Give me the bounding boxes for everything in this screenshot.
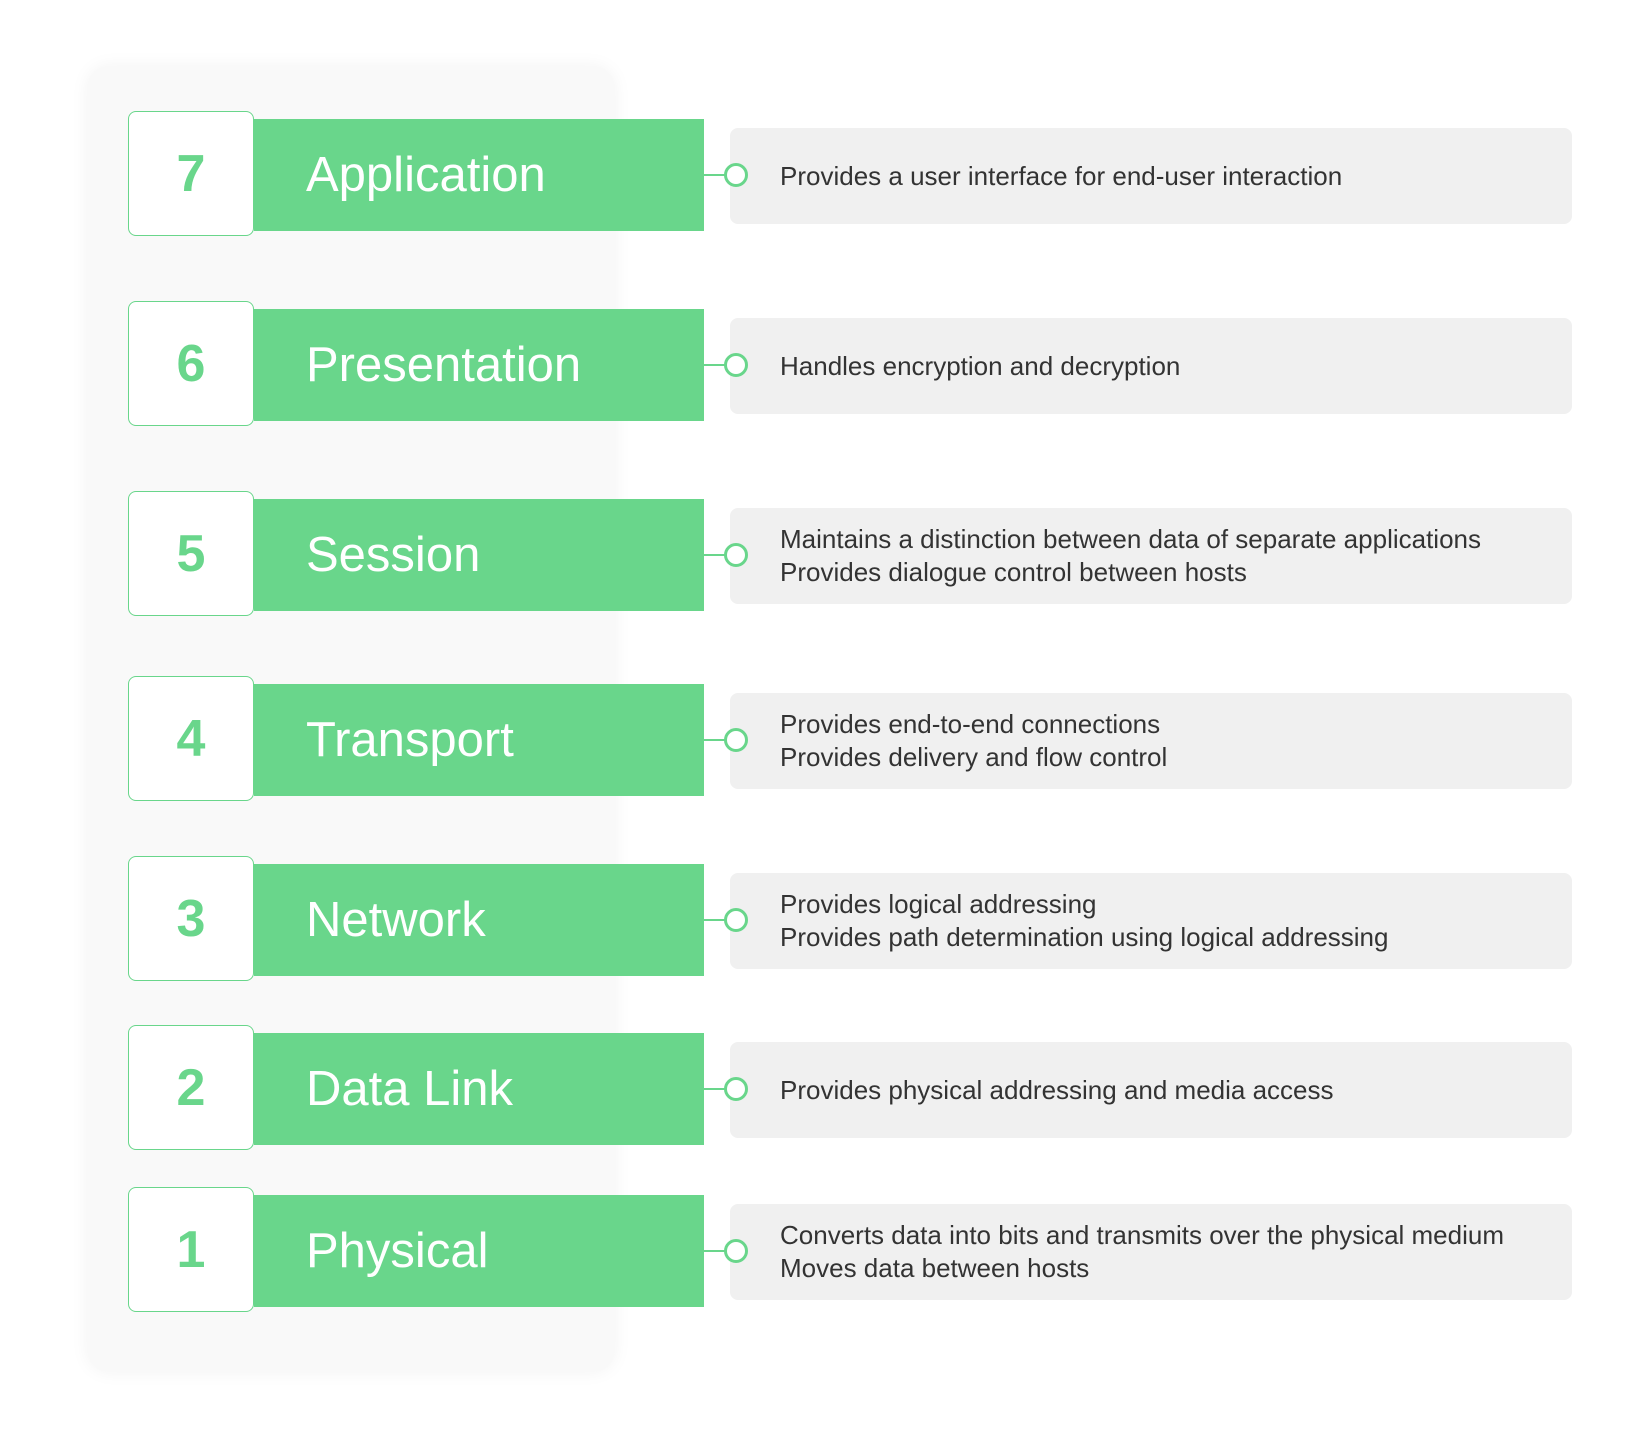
osi-layer-row: 4 Transport Provides end-to-end connecti…: [0, 676, 1649, 803]
layer-number: 1: [128, 1187, 254, 1312]
layer-description: Provides end-to-end connections Provides …: [730, 693, 1572, 789]
osi-layer-row: 2 Data Link Provides physical addressing…: [0, 1025, 1649, 1152]
layer-number: 6: [128, 301, 254, 426]
connector-dot-icon: [724, 353, 748, 377]
layer-name: Transport: [254, 684, 704, 796]
layer-name: Physical: [254, 1195, 704, 1307]
osi-layer-row: 5 Session Maintains a distinction betwee…: [0, 491, 1649, 618]
osi-layer-row: 1 Physical Converts data into bits and t…: [0, 1187, 1649, 1314]
connector-dot-icon: [724, 543, 748, 567]
osi-layer-row: 7 Application Provides a user interface …: [0, 111, 1649, 238]
connector-line: [704, 554, 726, 556]
layer-name: Data Link: [254, 1033, 704, 1145]
description-line: Provides path determination using logica…: [780, 922, 1389, 952]
description-line: Maintains a distinction between data of …: [780, 524, 1481, 554]
layer-number: 7: [128, 111, 254, 236]
connector-dot-icon: [724, 908, 748, 932]
layer-number: 2: [128, 1025, 254, 1150]
connector-line: [704, 174, 726, 176]
connector-line: [704, 1250, 726, 1252]
layer-description: Provides logical addressing Provides path…: [730, 873, 1572, 969]
layer-name: Application: [254, 119, 704, 231]
connector-line: [704, 1088, 726, 1090]
layer-description: Converts data into bits and transmits ov…: [730, 1204, 1572, 1300]
description-line: Provides physical addressing and media a…: [780, 1074, 1334, 1105]
connector-dot-icon: [724, 1077, 748, 1101]
layer-name: Network: [254, 864, 704, 976]
osi-layer-row: 3 Network Provides logical addressing Pro…: [0, 856, 1649, 983]
connector-line: [704, 919, 726, 921]
description-line: Provides a user interface for end-user i…: [780, 160, 1343, 191]
description-line: Provides logical addressing: [780, 889, 1097, 919]
layer-description: Handles encryption and decryption: [730, 318, 1572, 414]
description-line: Moves data between hosts: [780, 1253, 1090, 1283]
layer-name: Presentation: [254, 309, 704, 421]
layer-description: Maintains a distinction between data of …: [730, 508, 1572, 604]
layer-number: 4: [128, 676, 254, 801]
description-line: Converts data into bits and transmits ov…: [780, 1220, 1505, 1250]
osi-layer-row: 6 Presentation Handles encryption and de…: [0, 301, 1649, 428]
layer-name: Session: [254, 499, 704, 611]
layer-number: 5: [128, 491, 254, 616]
connector-dot-icon: [724, 728, 748, 752]
connector-line: [704, 739, 726, 741]
layer-description: Provides physical addressing and media a…: [730, 1042, 1572, 1138]
layer-description: Provides a user interface for end-user i…: [730, 128, 1572, 224]
layer-number: 3: [128, 856, 254, 981]
description-line: Provides end-to-end connections: [780, 709, 1161, 739]
connector-line: [704, 364, 726, 366]
description-line: Handles encryption and decryption: [780, 350, 1181, 381]
description-line: Provides dialogue control between hosts: [780, 557, 1247, 587]
connector-dot-icon: [724, 163, 748, 187]
description-line: Provides delivery and flow control: [780, 742, 1168, 772]
connector-dot-icon: [724, 1239, 748, 1263]
